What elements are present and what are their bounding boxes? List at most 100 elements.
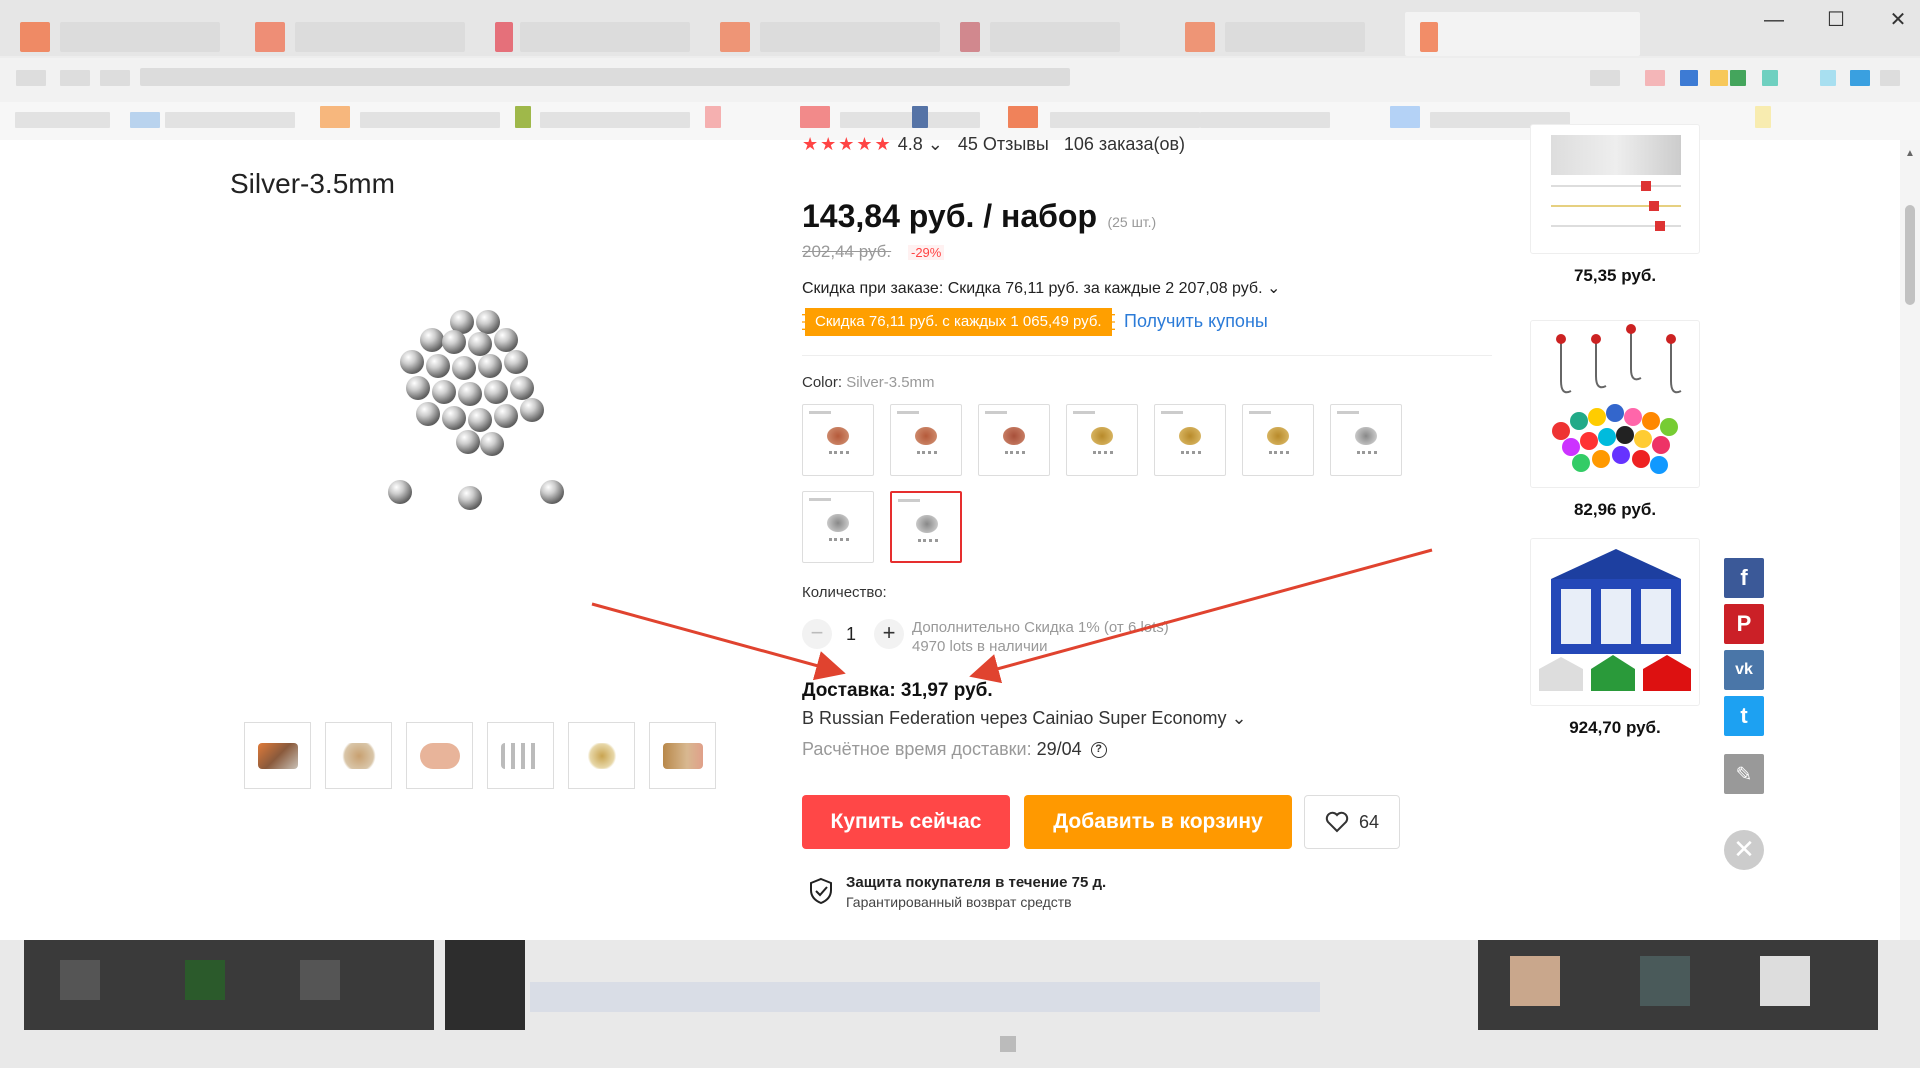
bookmark-icon[interactable] [912, 106, 928, 128]
shipping-route[interactable]: В Russian Federation через Cainiao Super… [802, 708, 1247, 729]
extension-icon[interactable] [1820, 70, 1836, 86]
thumbnail[interactable] [244, 722, 311, 789]
quantity-decrease-button[interactable]: − [802, 619, 832, 649]
minimize-icon[interactable]: — [1762, 8, 1786, 32]
maximize-icon[interactable]: ☐ [1824, 8, 1848, 32]
quantity-label: Количество: [802, 584, 887, 601]
recommendation-image[interactable] [1530, 538, 1700, 706]
extension-icon[interactable] [1590, 70, 1620, 86]
color-swatch[interactable] [1242, 404, 1314, 476]
bookmark-icon[interactable] [1008, 106, 1038, 128]
tab-favicon[interactable] [255, 22, 285, 52]
extension-icon[interactable] [1710, 70, 1728, 86]
bookmark[interactable] [540, 112, 690, 128]
extension-icon[interactable] [1730, 70, 1746, 86]
shipping-price: Доставка: 31,97 руб. [802, 680, 993, 701]
color-swatch[interactable] [802, 491, 874, 563]
color-label-text: Color: [802, 374, 843, 391]
tab[interactable] [1225, 22, 1365, 52]
recommendation-image[interactable] [1530, 320, 1700, 488]
color-swatch[interactable] [1154, 404, 1226, 476]
quantity-input[interactable]: 1 [846, 624, 856, 645]
tab[interactable] [990, 22, 1120, 52]
thumbnail[interactable] [649, 722, 716, 789]
buy-now-button[interactable]: Купить сейчас [802, 795, 1010, 849]
extension-icon[interactable] [1680, 70, 1698, 86]
back-icon[interactable] [16, 70, 46, 86]
color-swatch[interactable] [1330, 404, 1402, 476]
color-swatch[interactable] [890, 404, 962, 476]
extension-icon[interactable] [1645, 70, 1665, 86]
tab[interactable] [520, 22, 690, 52]
bookmark-icon[interactable] [800, 106, 830, 128]
extension-icon[interactable] [1850, 70, 1870, 86]
bookmark-icon[interactable] [705, 106, 721, 128]
tab-favicon[interactable] [1185, 22, 1215, 52]
twitter-share-icon[interactable]: t [1724, 696, 1764, 736]
tab-active[interactable] [1405, 12, 1640, 56]
tab-favicon[interactable] [20, 22, 50, 52]
thumbnail[interactable] [487, 722, 554, 789]
rating-score[interactable]: 4.8 ⌄ [898, 134, 943, 154]
window-controls: — ☐ ✕ [1762, 8, 1910, 32]
quantity-increase-button[interactable]: + [874, 619, 904, 649]
add-to-cart-button[interactable]: Добавить в корзину [1024, 795, 1292, 849]
scroll-thumb[interactable] [1905, 205, 1915, 305]
color-swatch-selected[interactable] [890, 491, 962, 563]
tab[interactable] [295, 22, 465, 52]
bookmark[interactable] [840, 112, 980, 128]
extension-icon[interactable] [1762, 70, 1778, 86]
tab[interactable] [60, 22, 220, 52]
edit-icon[interactable]: ✎ [1724, 754, 1764, 794]
thumbnail[interactable] [568, 722, 635, 789]
page-scrollbar[interactable]: ▲ [1900, 140, 1920, 940]
wishlist-button[interactable]: 64 [1304, 795, 1400, 849]
close-icon[interactable]: ✕ [1886, 8, 1910, 32]
bookmark-icon[interactable] [1390, 106, 1420, 128]
thumbnail[interactable] [325, 722, 392, 789]
pinterest-share-icon[interactable]: P [1724, 604, 1764, 644]
color-swatch[interactable] [1066, 404, 1138, 476]
forward-icon[interactable] [60, 70, 90, 86]
tab-favicon[interactable] [960, 22, 980, 52]
bookmark-icon[interactable] [320, 106, 350, 128]
bookmark[interactable] [1200, 112, 1330, 128]
bookmark-icon[interactable] [1755, 106, 1771, 128]
tab[interactable] [760, 22, 940, 52]
bookmark-icon[interactable] [130, 112, 160, 128]
product-main-image[interactable] [380, 310, 580, 540]
bookmark[interactable] [15, 112, 110, 128]
vk-share-icon[interactable]: vk [1724, 650, 1764, 690]
bookmark[interactable] [360, 112, 500, 128]
bookmark[interactable] [1050, 112, 1200, 128]
scroll-up-icon[interactable]: ▲ [1905, 148, 1915, 159]
current-price: 143,84 руб. / набор [802, 198, 1097, 234]
thumbnail[interactable] [406, 722, 473, 789]
color-swatches [802, 404, 1422, 563]
recommendation-item[interactable]: 75,35 руб. [1530, 124, 1700, 286]
help-icon[interactable]: ? [1090, 742, 1107, 759]
recommendation-image[interactable] [1530, 124, 1700, 254]
thumbnail-strip [244, 722, 716, 789]
recommendation-item[interactable]: 82,96 руб. [1530, 320, 1700, 520]
bookmark-icon[interactable] [515, 106, 531, 128]
order-discount[interactable]: Скидка при заказе: Скидка 76,11 руб. за … [802, 278, 1280, 298]
reload-icon[interactable] [100, 70, 130, 86]
blurred-block [185, 960, 225, 1000]
reviews-link[interactable]: 45 Отзывы [958, 134, 1049, 154]
color-swatch[interactable] [978, 404, 1050, 476]
orders-count: 106 заказа(ов) [1063, 134, 1186, 154]
address-bar[interactable] [140, 68, 1070, 86]
close-share-icon[interactable]: ✕ [1724, 830, 1764, 870]
store-coupon[interactable]: Скидка 76,11 руб. с каждых 1 065,49 руб. [802, 308, 1115, 336]
facebook-share-icon[interactable]: f [1724, 558, 1764, 598]
get-coupons-link[interactable]: Получить купоны [1124, 311, 1268, 332]
menu-icon[interactable] [1880, 70, 1900, 86]
color-swatch[interactable] [802, 404, 874, 476]
tab-favicon[interactable] [720, 22, 750, 52]
tab-favicon[interactable] [495, 22, 513, 52]
shield-icon [810, 877, 832, 905]
bookmark[interactable] [165, 112, 295, 128]
color-label: Color: Silver-3.5mm [802, 374, 935, 391]
recommendation-item[interactable]: 924,70 руб. [1530, 538, 1700, 738]
